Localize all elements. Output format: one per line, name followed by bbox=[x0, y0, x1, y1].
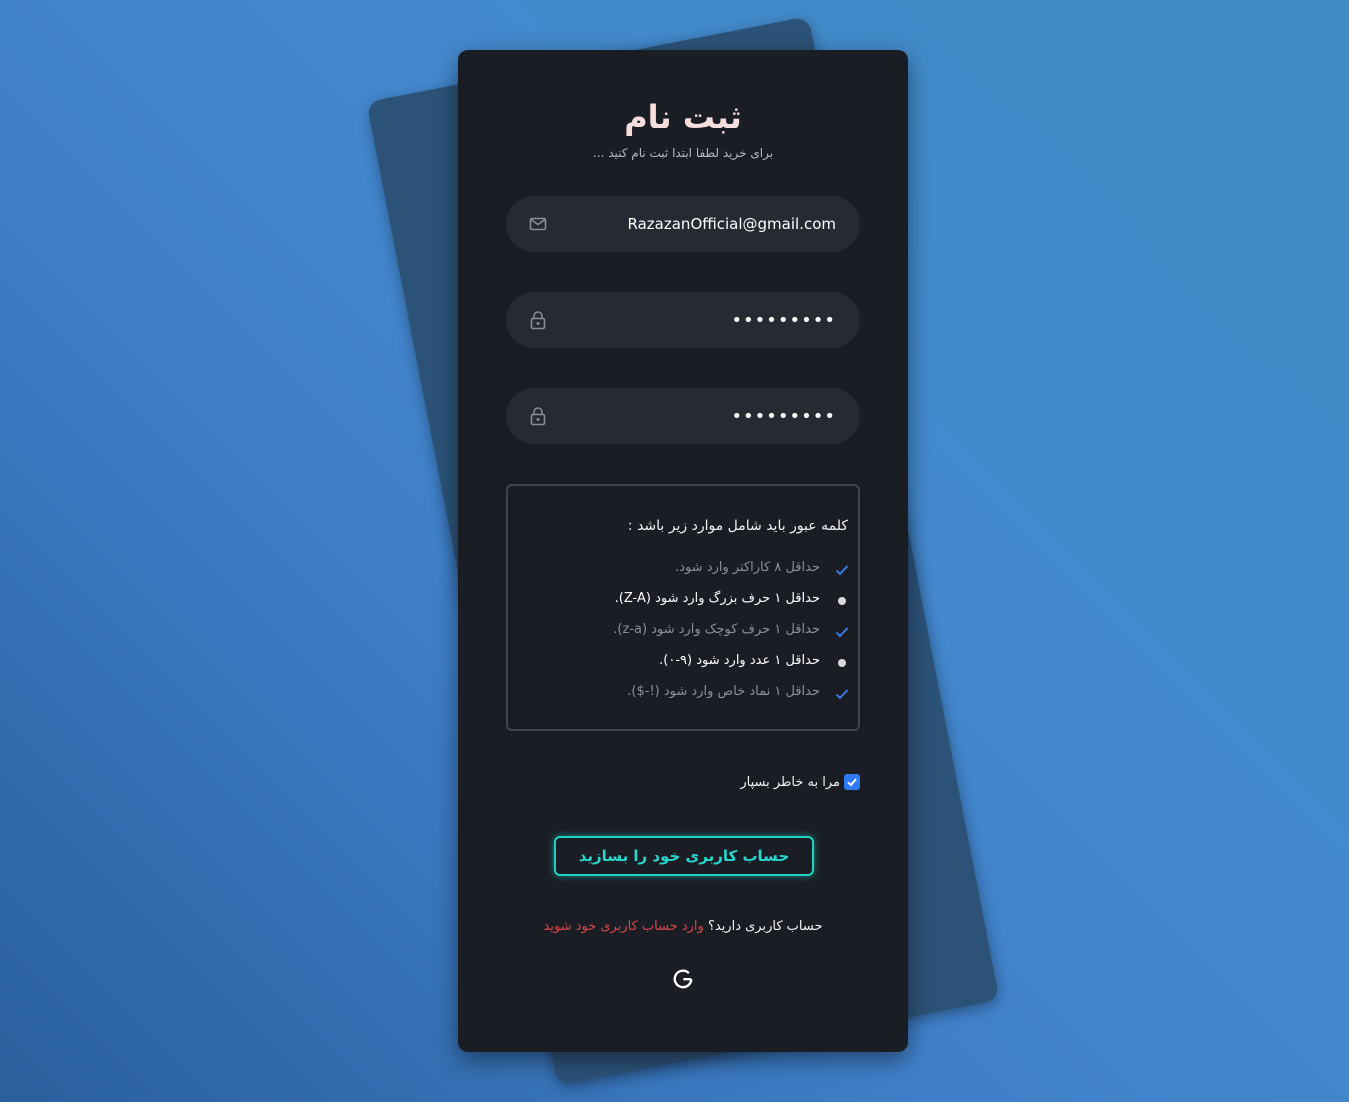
password-rule: حداقل ۱ حرف بزرگ وارد شود (Z-A). bbox=[614, 591, 846, 611]
confirm-password-field[interactable] bbox=[576, 388, 836, 444]
password-field[interactable] bbox=[576, 292, 836, 348]
login-question: حساب کاربری دارید؟ bbox=[707, 919, 823, 934]
password-rules-title: کلمه عبور باید شامل موارد زیر باشد : bbox=[627, 518, 848, 534]
check-icon bbox=[835, 627, 849, 638]
remember-checkbox[interactable] bbox=[844, 774, 860, 790]
password-field-wrapper bbox=[506, 292, 860, 348]
password-rule-text: حداقل ۱ عدد وارد شود (۹-۰). bbox=[659, 653, 820, 668]
remember-label: مرا به خاطر بسپار bbox=[740, 774, 840, 790]
password-rule: حداقل ۱ عدد وارد شود (۹-۰). bbox=[659, 653, 846, 673]
check-icon bbox=[835, 689, 849, 700]
password-rules-box: کلمه عبور باید شامل موارد زیر باشد : حدا… bbox=[506, 484, 860, 731]
bullet-icon bbox=[834, 655, 850, 671]
lock-icon bbox=[530, 311, 546, 330]
email-field-wrapper bbox=[506, 196, 860, 252]
password-rule-text: حداقل ۱ نماد خاص وارد شود (!-$). bbox=[627, 684, 820, 699]
confirm-password-field-wrapper bbox=[506, 388, 860, 444]
login-link[interactable]: وارد حساب کاربری خود شوید bbox=[544, 919, 704, 934]
bullet-icon bbox=[834, 593, 850, 609]
email-field[interactable] bbox=[576, 196, 836, 252]
password-rule-text: حداقل ۸ کاراکتر وارد شود. bbox=[675, 560, 820, 575]
password-rule: حداقل ۱ حرف کوچک وارد شود (z-a). bbox=[613, 622, 849, 642]
remember-me[interactable]: مرا به خاطر بسپار bbox=[740, 773, 860, 791]
signup-card: ثبت نام برای خرید لطفا ابتدا ثبت نام کنی… bbox=[458, 50, 908, 1052]
page-title: ثبت نام bbox=[624, 98, 742, 136]
login-prompt: حساب کاربری دارید؟ وارد حساب کاربری خود … bbox=[458, 919, 908, 934]
mail-icon bbox=[529, 217, 547, 231]
password-rule-text: حداقل ۱ حرف کوچک وارد شود (z-a). bbox=[613, 622, 820, 637]
password-rule-text: حداقل ۱ حرف بزرگ وارد شود (Z-A). bbox=[614, 591, 820, 606]
google-icon[interactable] bbox=[672, 968, 694, 990]
password-rule: حداقل ۱ نماد خاص وارد شود (!-$). bbox=[627, 684, 849, 704]
checkmark-icon bbox=[847, 778, 857, 787]
password-rule: حداقل ۸ کاراکتر وارد شود. bbox=[675, 560, 849, 580]
lock-icon bbox=[530, 407, 546, 426]
page-subtitle: برای خرید لطفا ابتدا ثبت نام کنید ... bbox=[592, 146, 774, 160]
check-icon bbox=[835, 565, 849, 576]
create-account-button[interactable]: حساب کاربری خود را بسازید bbox=[554, 836, 814, 876]
